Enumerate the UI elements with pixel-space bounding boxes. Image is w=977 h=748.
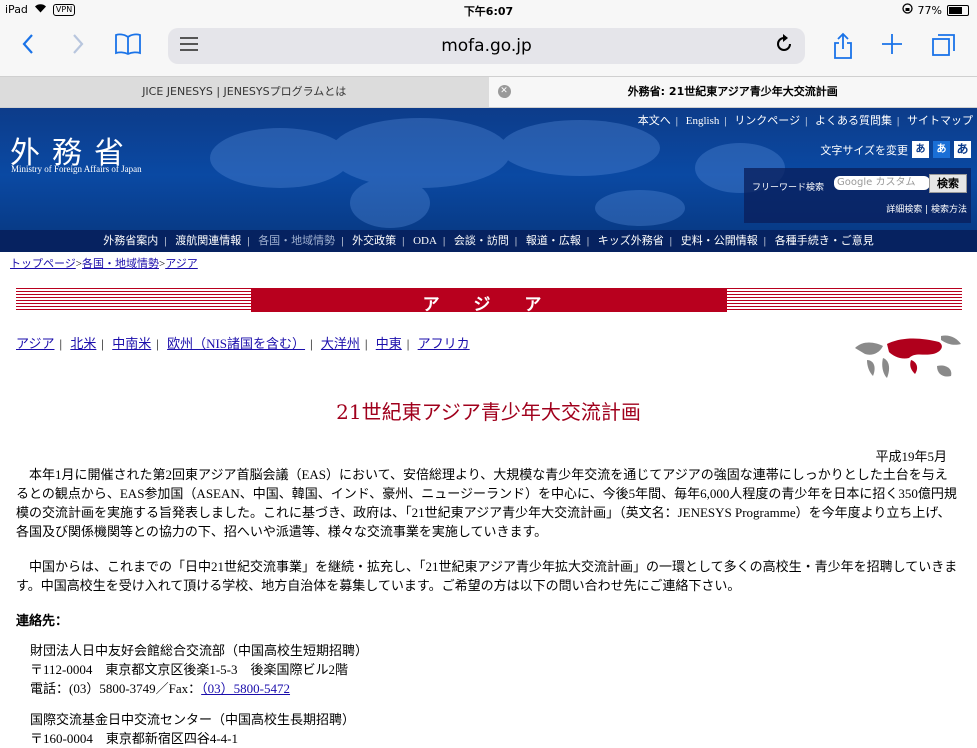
region-link-middle-east[interactable]: 中東	[376, 336, 402, 351]
site-header: 外務省 Ministry of Foreign Affairs of Japan…	[0, 108, 977, 230]
region-link-oceania[interactable]: 大洋州	[321, 336, 360, 351]
tab-jice[interactable]: JICE JENESYS | JENESYSプログラムとは	[0, 77, 489, 107]
browser-toolbar: mofa.go.jp	[0, 20, 977, 76]
paragraph-china: 中国からは、これまでの「日中21世紀交流事業」を継続・拡充し、「21世紀東アジア…	[16, 557, 960, 595]
nav-item-oda[interactable]: ODA	[413, 235, 437, 247]
bookmarks-icon[interactable]	[114, 32, 142, 64]
nav-item-travel[interactable]: 渡航関連情報	[175, 235, 241, 247]
site-logo-english: Ministry of Foreign Affairs of Japan	[11, 164, 142, 174]
nav-item-press[interactable]: 報道・広報	[526, 235, 581, 247]
tab-title: 外務省: 21世紀東アジア青少年大交流計画	[628, 85, 838, 98]
address-bar[interactable]: mofa.go.jp	[168, 28, 805, 64]
world-map-icon	[853, 330, 963, 384]
nav-item-meetings[interactable]: 会談・訪問	[454, 235, 509, 247]
nav-item-procedures[interactable]: 各種手続き・ご意見	[775, 235, 874, 247]
tab-mofa[interactable]: ✕ 外務省: 21世紀東アジア青少年大交流計画	[489, 77, 977, 107]
region-links: アジア| 北米| 中南米| 欧州（NIS諸国を含む）| 大洋州| 中東| アフリ…	[16, 333, 470, 352]
global-nav: 外務省案内| 渡航関連情報| 各国・地域情勢| 外交政策| ODA| 会談・訪問…	[0, 230, 977, 252]
nav-item-about[interactable]: 外務省案内	[103, 235, 158, 247]
utility-links: 本文へ| English| リンクページ| よくある質問集| サイトマップ	[638, 112, 973, 128]
font-size-label: 文字サイズを変更	[820, 142, 908, 158]
contact-address: 〒160-0004 東京都新宿区四谷4-4-1	[30, 729, 355, 748]
search-label: フリーワード検索	[752, 180, 824, 193]
url-host[interactable]: mofa.go.jp	[168, 36, 805, 56]
forward-icon[interactable]	[70, 32, 86, 64]
paragraph-intro: 本年1月に開催された第2回東アジア首脳会議（EAS）において、安倍総理より、大規…	[16, 465, 960, 541]
site-search: フリーワード検索 Google カスタム 検索 詳細検索 | 検索方法	[744, 168, 971, 223]
tabs-icon[interactable]	[931, 32, 957, 64]
link-links-page[interactable]: リンクページ	[734, 115, 800, 127]
breadcrumb: トップページ>各国・地域情勢>アジア	[0, 252, 977, 271]
contact-address: 〒112-0004 東京都文京区後楽1-5-3 後楽国際ビル2階	[30, 660, 368, 679]
region-link-africa[interactable]: アフリカ	[418, 336, 470, 351]
contact-block-2: 国際交流基金日中交流センター（中国高校生長期招聘） 〒160-0004 東京都新…	[30, 710, 355, 748]
region-link-latin-america[interactable]: 中南米	[112, 336, 151, 351]
nav-item-archives[interactable]: 史料・公開情報	[681, 235, 758, 247]
contact-org: 国際交流基金日中交流センター（中国高校生長期招聘）	[30, 710, 355, 729]
nav-item-regions[interactable]: 各国・地域情勢	[258, 235, 335, 247]
search-input[interactable]: Google カスタム	[834, 176, 930, 190]
status-bar: iPad VPN 下午6:07 77%	[0, 0, 977, 20]
publish-date: 平成19年5月	[875, 446, 947, 465]
search-button[interactable]: 検索	[929, 174, 967, 193]
rotation-lock-icon	[902, 3, 913, 17]
breadcrumb-regions[interactable]: 各国・地域情勢	[82, 258, 159, 270]
font-size-control: 文字サイズを変更 あ あ あ	[820, 141, 971, 158]
section-banner: ア ジ ア	[16, 288, 962, 312]
font-size-medium-button[interactable]: あ	[933, 141, 950, 158]
contact-org: 財団法人日中友好会館総合交流部（中国高校生短期招聘）	[30, 641, 368, 660]
breadcrumb-top[interactable]: トップページ	[10, 258, 76, 270]
contact-fax-link[interactable]: （03）5800-5472	[201, 681, 290, 696]
region-link-north-america[interactable]: 北米	[70, 336, 96, 351]
link-english[interactable]: English	[686, 115, 720, 127]
link-main-content[interactable]: 本文へ	[638, 115, 671, 127]
breadcrumb-asia[interactable]: アジア	[165, 258, 198, 270]
link-sitemap[interactable]: サイトマップ	[907, 115, 973, 127]
share-icon[interactable]	[832, 32, 854, 64]
font-size-small-button[interactable]: あ	[912, 141, 929, 158]
section-title: ア ジ ア	[16, 290, 962, 315]
reload-icon[interactable]	[775, 34, 793, 59]
contact-heading: 連絡先：	[16, 610, 68, 629]
advanced-search-links[interactable]: 詳細検索 | 検索方法	[886, 202, 967, 215]
battery-icon	[947, 5, 969, 16]
nav-item-policy[interactable]: 外交政策	[352, 235, 396, 247]
nav-item-kids[interactable]: キッズ外務省	[598, 235, 664, 247]
contact-block-1: 財団法人日中友好会館総合交流部（中国高校生短期招聘） 〒112-0004 東京都…	[30, 641, 368, 698]
tab-bar: JICE JENESYS | JENESYSプログラムとは ✕ 外務省: 21世…	[0, 76, 977, 108]
status-time: 下午6:07	[0, 3, 977, 19]
back-icon[interactable]	[20, 32, 36, 64]
battery-percent: 77%	[918, 4, 942, 17]
close-tab-icon[interactable]: ✕	[498, 85, 511, 98]
region-link-europe[interactable]: 欧州（NIS諸国を含む）	[167, 336, 305, 351]
new-tab-icon[interactable]	[880, 32, 904, 64]
region-link-asia[interactable]: アジア	[16, 336, 54, 351]
link-faq[interactable]: よくある質問集	[815, 115, 892, 127]
tab-title: JICE JENESYS | JENESYSプログラムとは	[142, 85, 346, 98]
contact-tel: 電話：(03）5800-3749／Fax：	[30, 681, 201, 696]
page-title: 21世紀東アジア青少年大交流計画	[0, 396, 977, 425]
font-size-large-button[interactable]: あ	[954, 141, 971, 158]
